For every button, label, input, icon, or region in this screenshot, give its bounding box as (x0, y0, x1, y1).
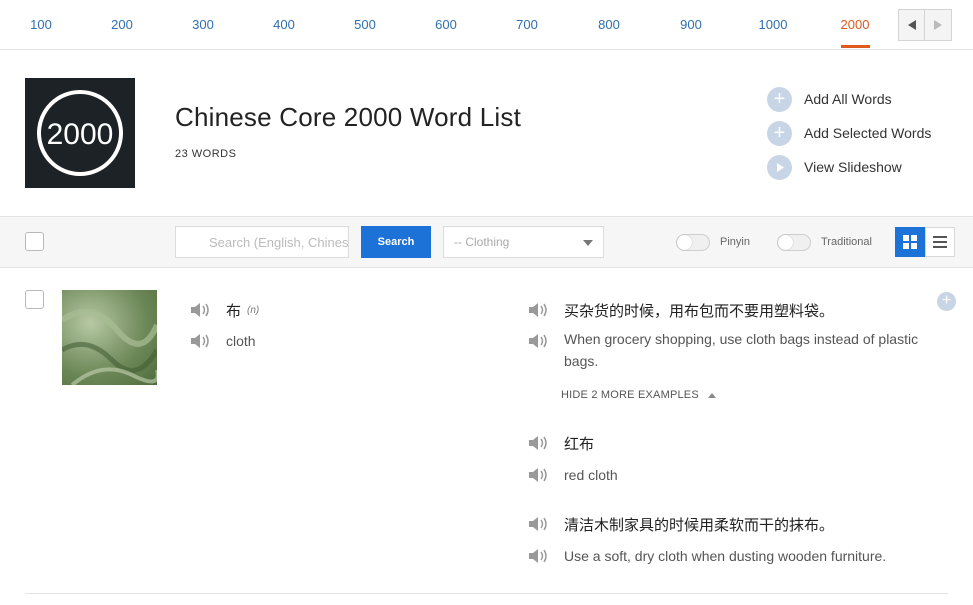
hide-more-examples-label: HIDE 2 MORE EXAMPLES (561, 389, 699, 401)
speaker-icon[interactable] (528, 333, 550, 349)
view-slideshow-label: View Slideshow (804, 159, 902, 175)
level-tab-100[interactable]: 100 (16, 17, 66, 32)
speaker-icon[interactable] (528, 516, 550, 532)
speaker-icon[interactable] (528, 435, 550, 451)
list-icon (933, 236, 947, 248)
cloth-image (62, 309, 157, 385)
logo-badge: 2000 (37, 90, 123, 176)
level-tab-200[interactable]: 200 (97, 17, 147, 32)
level-tab-800[interactable]: 800 (584, 17, 634, 32)
pinyin-toggle[interactable] (676, 234, 710, 251)
triangle-right-icon (934, 20, 942, 30)
example-sentence-en: red cloth (564, 467, 618, 483)
entry-meaning: cloth (226, 333, 256, 349)
add-selected-words-button[interactable]: + Add Selected Words (767, 120, 931, 146)
level-tab-900[interactable]: 900 (666, 17, 716, 32)
level-tab-600[interactable]: 600 (421, 17, 471, 32)
level-tab-500[interactable]: 500 (340, 17, 390, 32)
list-view-button[interactable] (925, 227, 955, 257)
level-tab-700[interactable]: 700 (502, 17, 552, 32)
part-of-speech: (n) (247, 305, 260, 316)
category-select[interactable]: -- Clothing (443, 226, 604, 258)
speaker-icon[interactable] (190, 333, 212, 349)
speaker-icon[interactable] (190, 302, 212, 318)
chevron-down-icon (583, 240, 593, 246)
list-logo: 2000 (25, 78, 135, 188)
entry-word: 布 (226, 303, 242, 320)
play-circle-icon (767, 154, 792, 180)
example-sentence-en-cont: bags. (564, 353, 599, 369)
example-sentence-zh: 红布 (564, 436, 595, 453)
list-header: 2000 Chinese Core 2000 Word List 23 WORD… (0, 50, 973, 217)
active-tab-underline (841, 45, 870, 48)
level-nav: 100 200 300 400 500 600 700 800 900 1000… (0, 0, 973, 50)
grid-icon (903, 235, 917, 249)
divider (25, 593, 948, 594)
grid-view-button[interactable] (895, 227, 925, 257)
traditional-toggle-label: Traditional (821, 236, 872, 248)
plus-circle-icon: + (941, 292, 952, 309)
add-selected-words-label: Add Selected Words (804, 125, 932, 141)
speaker-icon[interactable] (528, 467, 550, 483)
example-sentence-zh: 清洁木制家具的时候用柔软而干的抹布。 (564, 517, 835, 534)
add-all-words-button[interactable]: + Add All Words (767, 86, 892, 112)
triangle-left-icon (908, 20, 916, 30)
entry-image (62, 290, 157, 385)
prev-level-button[interactable] (898, 9, 926, 41)
category-select-value: -- Clothing (454, 235, 510, 249)
traditional-toggle[interactable] (777, 234, 811, 251)
view-slideshow-button[interactable]: View Slideshow (767, 154, 902, 180)
example-sentence-zh: 买杂货的时候，用布包而不要用塑料袋。 (564, 303, 835, 320)
logo-text: 2000 (47, 118, 114, 151)
next-level-button[interactable] (924, 9, 952, 41)
search-button[interactable]: Search (361, 226, 431, 258)
example-sentence-en: Use a soft, dry cloth when dusting woode… (564, 548, 887, 564)
pinyin-toggle-label: Pinyin (720, 236, 750, 248)
word-count: 23 WORDS (175, 148, 237, 160)
speaker-icon[interactable] (528, 548, 550, 564)
level-tab-1000[interactable]: 1000 (748, 17, 798, 32)
page-title: Chinese Core 2000 Word List (175, 102, 521, 132)
add-all-words-label: Add All Words (804, 91, 892, 107)
chevron-up-icon (708, 392, 717, 398)
filter-toolbar: Search -- Clothing Pinyin Traditional (0, 217, 973, 268)
entry-checkbox[interactable] (25, 290, 44, 309)
search-input[interactable] (175, 226, 349, 258)
add-word-button[interactable]: + (937, 292, 956, 311)
plus-circle-icon: + (767, 86, 792, 112)
speaker-icon[interactable] (528, 302, 550, 318)
plus-circle-icon: + (767, 120, 792, 146)
level-tab-2000[interactable]: 2000 (830, 17, 880, 32)
select-all-checkbox[interactable] (25, 232, 44, 251)
example-sentence-en: When grocery shopping, use cloth bags in… (564, 331, 919, 347)
hide-more-examples-link[interactable]: HIDE 2 MORE EXAMPLES (561, 389, 717, 401)
level-tab-400[interactable]: 400 (259, 17, 309, 32)
level-tab-300[interactable]: 300 (178, 17, 228, 32)
